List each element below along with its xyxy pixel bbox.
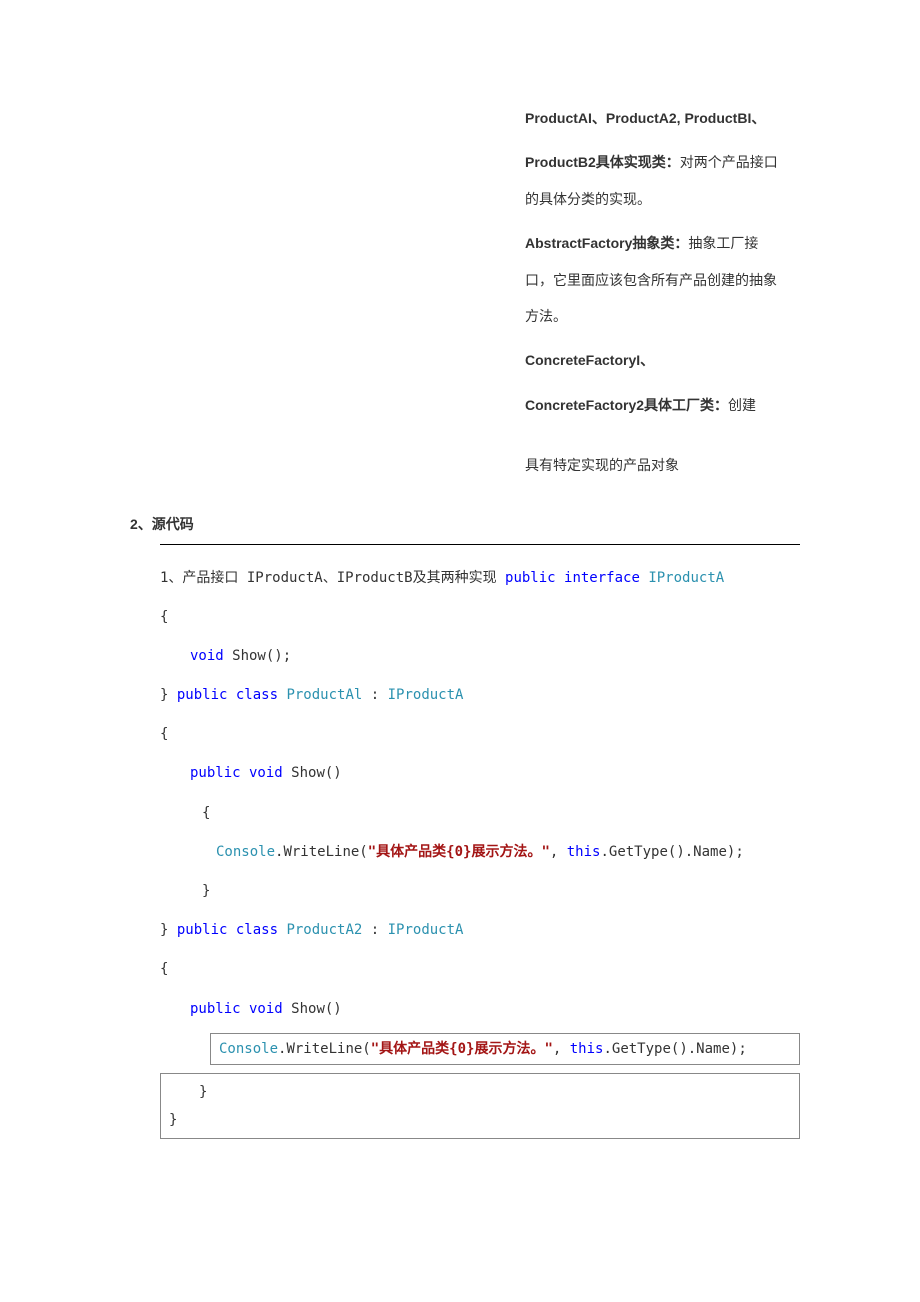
def-abstract-factory: AbstractFactory抽象类：抽象工厂接口，它里面应该包含所有产品创建的… <box>525 225 785 336</box>
kw-void: void <box>241 765 283 781</box>
type-name: ProductA2 <box>278 922 362 938</box>
def-concrete-1: ConcreteFactoryI、 <box>525 342 785 380</box>
def-summary: 具有特定实现的产品对象 <box>525 449 785 485</box>
code-line-close1: } <box>169 1078 791 1106</box>
code-text: } <box>160 922 177 938</box>
code-text: } <box>160 687 177 703</box>
code-line-8: Console.WriteLine("具体产品类{0}展示方法。", this.… <box>160 833 800 872</box>
code-line-11: { <box>160 950 800 989</box>
code-text: : <box>362 687 387 703</box>
kw-public: public <box>177 922 228 938</box>
string-literal: "具体产品类{0}展示方法。" <box>368 844 550 860</box>
code-text: Show() <box>283 1001 342 1017</box>
code-line-12: public void Show() <box>160 990 800 1029</box>
def-product-impl-2: ProductB2具体实现类：对两个产品接口的具体分类的实现。 <box>525 144 785 219</box>
kw-this: this <box>567 844 601 860</box>
divider <box>160 544 800 545</box>
code-block: 1、产品接口 IProductA、IProductB及其两种实现 public … <box>160 559 800 1140</box>
kw-void: void <box>190 648 224 664</box>
kw-public: public <box>177 687 228 703</box>
code-line-2: { <box>160 598 800 637</box>
code-text: , <box>553 1041 570 1057</box>
type-name: IProductA <box>388 922 464 938</box>
kw-class: class <box>227 922 278 938</box>
code-line-9: } <box>160 872 800 911</box>
code-text: 1、产品接口 IProductA、IProductB及其两种实现 <box>160 570 505 586</box>
code-line-6: public void Show() <box>160 754 800 793</box>
type-console: Console <box>216 844 275 860</box>
def-bold-5: ConcreteFactory2具体工厂类： <box>525 397 728 413</box>
def-product-impl: ProductAI、ProductA2, ProductBI、 <box>525 100 785 138</box>
boxed-code-1: Console.WriteLine("具体产品类{0}展示方法。", this.… <box>210 1033 800 1065</box>
code-text: : <box>362 922 387 938</box>
code-line-1: 1、产品接口 IProductA、IProductB及其两种实现 public … <box>160 559 800 598</box>
type-name: IProductA <box>388 687 464 703</box>
code-line-7: { <box>160 794 800 833</box>
code-line-3: void Show(); <box>160 637 800 676</box>
def-bold-3: AbstractFactory抽象类： <box>525 235 688 251</box>
kw-public: public <box>190 1001 241 1017</box>
page-container: ProductAI、ProductA2, ProductBI、 ProductB… <box>0 0 920 1199</box>
def-text-5: 创建 <box>728 399 756 414</box>
right-definitions: ProductAI、ProductA2, ProductBI、 ProductB… <box>525 100 785 486</box>
code-text: .GetType().Name); <box>603 1041 746 1057</box>
kw-public: public <box>505 570 556 586</box>
code-text: .GetType().Name); <box>600 844 743 860</box>
type-console: Console <box>219 1041 278 1057</box>
def-bold-4: ConcreteFactoryI、 <box>525 352 654 368</box>
code-line-10: } public class ProductA2 : IProductA <box>160 911 800 950</box>
code-text: Show(); <box>224 648 291 664</box>
def-concrete-2: ConcreteFactory2具体工厂类：创建 <box>525 387 785 425</box>
kw-this: this <box>570 1041 604 1057</box>
kw-class: class <box>227 687 278 703</box>
kw-void: void <box>241 1001 283 1017</box>
def-bold-2: ProductB2具体实现类： <box>525 154 680 170</box>
code-text: .WriteLine( <box>278 1041 371 1057</box>
type-name: ProductAl <box>278 687 362 703</box>
section-heading: 2、源代码 <box>130 514 800 534</box>
code-line-close2: } <box>169 1106 791 1134</box>
kw-public: public <box>190 765 241 781</box>
type-name: IProductA <box>640 570 724 586</box>
code-line-5: { <box>160 715 800 754</box>
code-text: .WriteLine( <box>275 844 368 860</box>
boxed-code-2: } } <box>160 1073 800 1139</box>
def-bold-1: ProductAI、ProductA2, ProductBI、 <box>525 110 765 126</box>
kw-interface: interface <box>556 570 640 586</box>
code-text: , <box>550 844 567 860</box>
code-text: Show() <box>283 765 342 781</box>
code-line-4: } public class ProductAl : IProductA <box>160 676 800 715</box>
string-literal: "具体产品类{0}展示方法。" <box>371 1041 553 1057</box>
